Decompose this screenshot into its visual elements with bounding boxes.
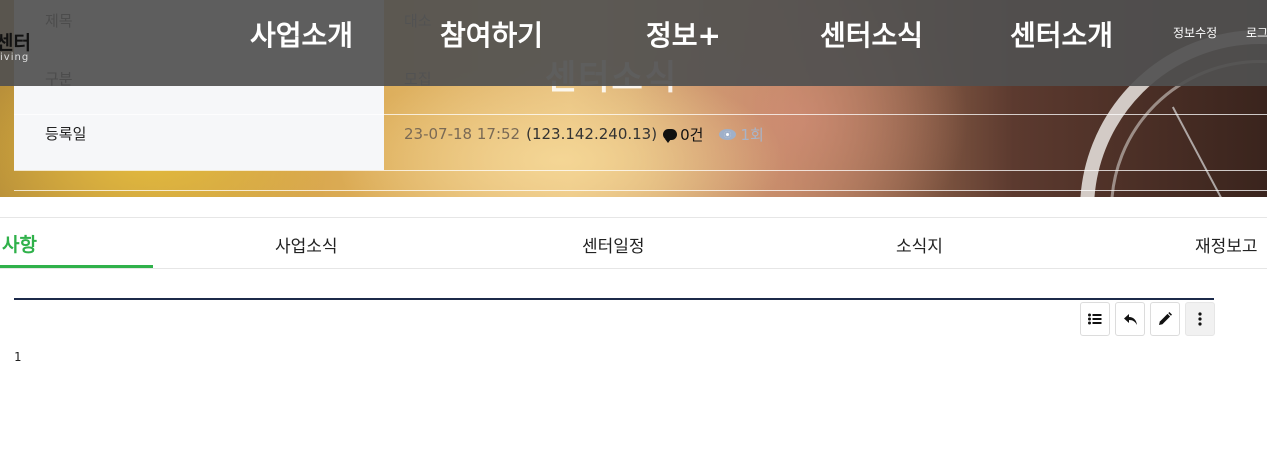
post-info-divider xyxy=(14,170,1267,171)
tab-center-schedule[interactable]: 센터일정 xyxy=(582,232,645,257)
post-info-divider xyxy=(14,190,1267,191)
tab-business-news[interactable]: 사업소식 xyxy=(275,232,338,257)
view-count-text: 1회 xyxy=(740,125,764,144)
site-logo-subtitle: iving xyxy=(0,52,30,63)
menu-item-center-intro[interactable]: 센터소개 xyxy=(1010,14,1113,54)
menu-item-business[interactable]: 사업소개 xyxy=(250,14,353,54)
sub-tab-bar: 사항 사업소식 센터일정 소식지 재정보고 xyxy=(0,217,1267,269)
menu-item-info[interactable]: 정보+ xyxy=(646,14,721,54)
post-ip: (123.142.240.13) xyxy=(526,125,658,143)
menu-item-participate[interactable]: 참여하기 xyxy=(440,14,543,54)
page: 센터소식 제목 대소 구분 모집 등록일 23-07-18 17:52 (123… xyxy=(0,0,1267,462)
list-icon xyxy=(1088,313,1102,325)
tab-newsletter[interactable]: 소식지 xyxy=(896,232,943,257)
comment-count-text: 0건 xyxy=(680,125,704,144)
tab-notice[interactable]: 사항 xyxy=(2,230,37,257)
more-options-button[interactable] xyxy=(1185,302,1215,336)
eye-icon xyxy=(719,128,737,140)
site-logo[interactable]: 센터 xyxy=(0,28,31,55)
post-meta: 23-07-18 17:52 (123.142.240.13) 0건 1회 xyxy=(404,123,764,145)
pencil-icon xyxy=(1159,312,1172,325)
comment-icon xyxy=(663,128,678,143)
post-view-count: 1회 xyxy=(719,124,764,145)
reply-arrow-icon xyxy=(1123,313,1137,325)
menu-item-center-news[interactable]: 센터소식 xyxy=(820,14,923,54)
content-top-rule xyxy=(14,298,1214,300)
top-navigation: 센터 iving 사업소개 참여하기 정보+ 센터소식 센터소개 정보수정 로그 xyxy=(0,0,1267,86)
post-body: 1 xyxy=(14,350,22,364)
post-comment-count: 0건 xyxy=(663,124,703,145)
post-info-date-label: 등록일 xyxy=(45,125,87,143)
active-tab-indicator xyxy=(0,265,153,268)
post-date: 23-07-18 17:52 xyxy=(404,125,521,143)
edit-button[interactable] xyxy=(1150,302,1180,336)
tab-finance-report[interactable]: 재정보고 xyxy=(1195,232,1258,257)
more-vertical-icon xyxy=(1198,312,1202,326)
edit-profile-link[interactable]: 정보수정 xyxy=(1173,24,1217,41)
login-link[interactable]: 로그 xyxy=(1246,24,1267,41)
post-info-divider xyxy=(14,114,1267,115)
list-button[interactable] xyxy=(1080,302,1110,336)
reply-button[interactable] xyxy=(1115,302,1145,336)
